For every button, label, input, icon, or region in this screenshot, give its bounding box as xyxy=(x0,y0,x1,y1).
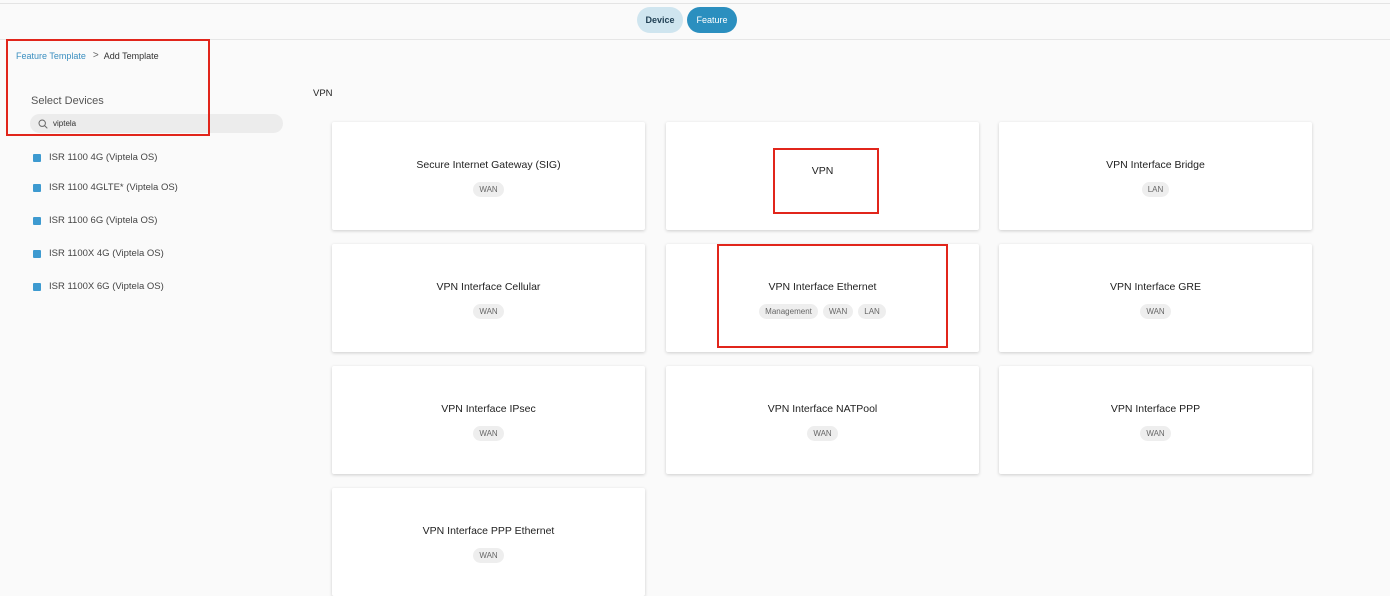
checkbox-checked-icon[interactable] xyxy=(33,184,41,192)
card-tags: WAN xyxy=(1140,426,1171,441)
template-card-vpn[interactable]: VPN xyxy=(666,122,979,230)
card-title: VPN Interface PPP Ethernet xyxy=(422,525,555,537)
card-tags: Management WAN LAN xyxy=(759,304,886,319)
tag-badge: WAN xyxy=(473,426,504,441)
breadcrumb: Feature Template > Add Template xyxy=(16,50,159,61)
card-title: VPN xyxy=(811,165,834,177)
tag-badge: WAN xyxy=(822,304,854,319)
device-item[interactable]: ISR 1100X 4G (Viptela OS) xyxy=(33,248,203,260)
device-label: ISR 1100X 4G (Viptela OS) xyxy=(49,248,164,259)
card-tags: WAN xyxy=(1140,304,1171,319)
template-card-vpn-interface-ipsec[interactable]: VPN Interface IPsec WAN xyxy=(332,366,645,474)
device-label: ISR 1100 4G (Viptela OS) xyxy=(49,152,158,163)
tag-badge: LAN xyxy=(858,304,886,319)
device-item[interactable]: ISR 1100X 6G (Viptela OS) xyxy=(33,281,203,293)
tag-badge: WAN xyxy=(473,548,504,563)
select-devices-label: Select Devices xyxy=(31,95,104,107)
template-card-vpn-interface-natpool[interactable]: VPN Interface NATPool WAN xyxy=(666,366,979,474)
device-label: ISR 1100 4GLTE* (Viptela OS) xyxy=(49,182,178,193)
device-label: ISR 1100 6G (Viptela OS) xyxy=(49,215,158,226)
template-card-vpn-interface-gre[interactable]: VPN Interface GRE WAN xyxy=(999,244,1312,352)
card-tags: WAN xyxy=(473,182,504,197)
device-item[interactable]: ISR 1100 4G (Viptela OS) xyxy=(33,152,203,164)
tag-badge: WAN xyxy=(473,182,504,197)
device-item[interactable]: ISR 1100 4GLTE* (Viptela OS) xyxy=(33,182,183,194)
card-title: VPN Interface Ethernet xyxy=(768,281,877,293)
breadcrumb-current: Add Template xyxy=(103,50,159,61)
feature-toggle-button[interactable]: Feature xyxy=(687,7,737,33)
checkbox-checked-icon[interactable] xyxy=(33,154,41,162)
card-title: VPN Interface NATPool xyxy=(767,403,878,415)
card-title: VPN Interface PPP xyxy=(1110,403,1201,415)
device-search-box[interactable] xyxy=(30,114,283,133)
template-card-sig[interactable]: Secure Internet Gateway (SIG) WAN xyxy=(332,122,645,230)
section-title: VPN xyxy=(313,88,333,99)
checkbox-checked-icon[interactable] xyxy=(33,217,41,225)
card-tags: WAN xyxy=(473,548,504,563)
template-card-vpn-interface-ppp[interactable]: VPN Interface PPP WAN xyxy=(999,366,1312,474)
card-tags: WAN xyxy=(807,426,838,441)
card-title: VPN Interface GRE xyxy=(1109,281,1202,293)
breadcrumb-chevron-icon: > xyxy=(92,50,99,61)
template-card-vpn-interface-ppp-ethernet[interactable]: VPN Interface PPP Ethernet WAN xyxy=(332,488,645,596)
checkbox-checked-icon[interactable] xyxy=(33,250,41,258)
device-toggle-button[interactable]: Device xyxy=(637,7,683,33)
template-card-vpn-interface-bridge[interactable]: VPN Interface Bridge LAN xyxy=(999,122,1312,230)
tag-badge: WAN xyxy=(807,426,838,441)
card-tags: WAN xyxy=(473,426,504,441)
device-label: ISR 1100X 6G (Viptela OS) xyxy=(49,281,164,292)
card-title: VPN Interface Bridge xyxy=(1106,159,1205,171)
search-icon xyxy=(38,118,48,129)
tag-badge: WAN xyxy=(1140,426,1171,441)
device-item[interactable]: ISR 1100 6G (Viptela OS) xyxy=(33,215,203,227)
tag-badge: WAN xyxy=(473,304,504,319)
tag-badge: WAN xyxy=(1140,304,1171,319)
breadcrumb-feature-template-link[interactable]: Feature Template xyxy=(16,51,86,61)
tag-badge: Management xyxy=(759,304,818,319)
tag-badge: LAN xyxy=(1141,182,1170,197)
card-tags: LAN xyxy=(1141,182,1170,197)
header-divider xyxy=(0,39,1390,40)
template-card-vpn-interface-cellular[interactable]: VPN Interface Cellular WAN xyxy=(332,244,645,352)
device-search-input[interactable] xyxy=(53,119,253,128)
card-title: VPN Interface IPsec xyxy=(441,403,536,415)
checkbox-checked-icon[interactable] xyxy=(33,283,41,291)
card-title: VPN Interface Cellular xyxy=(436,281,541,293)
template-card-vpn-interface-ethernet[interactable]: VPN Interface Ethernet Management WAN LA… xyxy=(666,244,979,352)
card-tags: WAN xyxy=(473,304,504,319)
top-border xyxy=(0,3,1390,4)
card-title: Secure Internet Gateway (SIG) xyxy=(416,159,561,171)
